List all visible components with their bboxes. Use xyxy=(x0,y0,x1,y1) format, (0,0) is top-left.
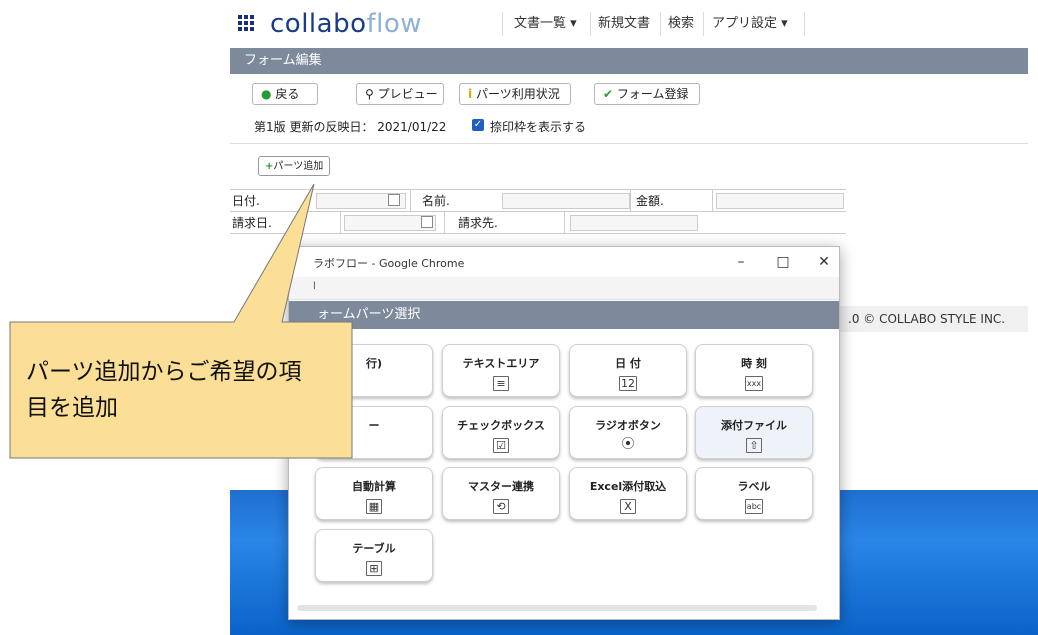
add-parts-button[interactable]: +パーツ追加 xyxy=(258,156,331,176)
cell-divider xyxy=(340,212,341,234)
part-label: ラベル xyxy=(737,480,771,493)
part-button[interactable]: チェックボックス ☑ xyxy=(442,406,560,459)
master-link-icon: ⟲ xyxy=(493,499,509,514)
divider xyxy=(230,143,1028,144)
part-label: 自動計算 xyxy=(352,480,396,493)
part-label: 時 刻 xyxy=(741,357,767,370)
collaboflow-logo[interactable]: collaboflow xyxy=(270,9,422,39)
checkbox-icon: ☑ xyxy=(493,438,509,453)
preview-label: プレビュー xyxy=(377,87,438,101)
parts-selection-header: ォームパーツ選択 xyxy=(289,301,839,329)
popup-url-text: l xyxy=(313,281,316,292)
popup-window-title: ラボフロー - Google Chrome xyxy=(313,257,465,270)
part-button[interactable]: 自動計算 ▦ xyxy=(315,467,433,520)
cell-divider xyxy=(410,190,411,212)
part-button[interactable]: ラベル abc xyxy=(695,467,813,520)
calculator-icon: ▦ xyxy=(366,499,382,514)
form-row: 請求日. 請求先. xyxy=(230,211,846,234)
label-icon: abc xyxy=(744,499,764,514)
attachment-icon: ⇧ xyxy=(746,438,762,453)
nav-separator xyxy=(804,12,805,36)
callout-line-2: 目を追加 xyxy=(26,395,118,421)
part-button[interactable]: 時 刻 xxx xyxy=(695,344,813,397)
part-label: テキストエリア xyxy=(462,357,540,370)
textarea-icon: ≡ xyxy=(493,376,509,391)
form-register-label: フォーム登録 xyxy=(616,87,689,101)
app-grid-icon[interactable] xyxy=(238,15,254,31)
form-register-button[interactable]: ✔ フォーム登録 xyxy=(594,83,700,105)
part-button[interactable]: 添付ファイル ⇧ xyxy=(695,406,813,459)
back-arrow-icon: ● xyxy=(261,87,272,101)
callout-line-1: パーツ追加からご希望の項 xyxy=(26,359,302,385)
part-button[interactable]: テーブル ⊞ xyxy=(315,529,433,582)
excel-icon: X xyxy=(620,499,636,514)
table-icon: ⊞ xyxy=(366,561,382,576)
calendar-icon: 12 xyxy=(619,376,637,391)
popup-titlebar: ラボフロー - Google Chrome – □ ✕ xyxy=(289,247,839,277)
cell-divider xyxy=(444,212,445,234)
calendar-icon[interactable] xyxy=(421,216,433,228)
part-label: ラジオボタン xyxy=(595,419,661,432)
callout-text: パーツ追加からご希望の項 目を追加 xyxy=(26,354,356,426)
maximize-icon[interactable]: □ xyxy=(768,251,798,273)
nav-separator xyxy=(502,12,503,36)
top-navigation-bar: collaboflow 文書一覧 ▾ 新規文書 検索 アプリ設定 ▾ xyxy=(230,0,1028,49)
minimize-icon[interactable]: – xyxy=(726,251,756,273)
info-icon: i xyxy=(468,87,473,101)
nav-separator xyxy=(590,12,591,36)
part-label: テーブル xyxy=(352,542,396,555)
seal-frame-checkbox-label: 捺印枠を表示する xyxy=(490,120,587,134)
cell-divider xyxy=(630,190,631,212)
nav-search[interactable]: 検索 xyxy=(668,0,694,48)
billing-to-field-label: 請求先. xyxy=(458,216,498,230)
nav-app-settings[interactable]: アプリ設定 ▾ xyxy=(712,0,788,48)
part-label: 添付ファイル xyxy=(721,419,787,432)
parts-usage-button[interactable]: i パーツ利用状況 xyxy=(459,83,571,105)
part-label: 日 付 xyxy=(615,357,641,370)
footer-copyright: .0 © COLLABO STYLE INC. xyxy=(840,306,1028,332)
time-icon: xxx xyxy=(744,376,764,391)
nav-separator xyxy=(703,12,704,36)
close-icon[interactable]: ✕ xyxy=(809,251,839,273)
check-icon: ✔ xyxy=(603,87,614,101)
part-label: チェックボックス xyxy=(457,419,545,432)
nav-separator xyxy=(660,12,661,36)
back-label: 戻る xyxy=(275,87,300,101)
back-button[interactable]: ● 戻る xyxy=(252,83,318,105)
amount-field-input[interactable] xyxy=(716,193,844,209)
date-field-label: 日付. xyxy=(232,194,260,208)
name-field-input[interactable] xyxy=(502,193,630,209)
logo-text-flow: flow xyxy=(366,9,423,39)
version-info: 第1版 更新の反映日： 2021/01/22 xyxy=(254,120,447,134)
search-icon: ⚲ xyxy=(365,87,374,101)
part-button[interactable]: ラジオボタン ⦿ xyxy=(569,406,687,459)
name-field-label: 名前. xyxy=(422,194,450,208)
cell-divider xyxy=(712,190,713,212)
part-label: Excel添付取込 xyxy=(589,480,667,493)
nav-document-list[interactable]: 文書一覧 ▾ xyxy=(514,0,577,48)
amount-field-label: 金額. xyxy=(636,194,664,208)
preview-button[interactable]: ⚲ プレビュー xyxy=(356,83,444,105)
nav-new-document[interactable]: 新規文書 xyxy=(598,0,650,48)
part-button[interactable]: マスター連携 ⟲ xyxy=(442,467,560,520)
parts-usage-label: パーツ利用状況 xyxy=(475,87,560,101)
logo-text-main: collabo xyxy=(270,9,367,39)
part-button[interactable]: Excel添付取込 X xyxy=(569,467,687,520)
radio-icon: ⦿ xyxy=(621,437,635,452)
cell-divider xyxy=(564,212,565,234)
part-label: マスター連携 xyxy=(468,480,534,493)
horizontal-scrollbar[interactable] xyxy=(297,605,817,611)
add-parts-label: パーツ追加 xyxy=(273,161,324,172)
part-button[interactable]: テキストエリア ≡ xyxy=(442,344,560,397)
popup-address-bar: l xyxy=(289,277,839,300)
part-button[interactable]: 日 付 12 xyxy=(569,344,687,397)
billing-date-field-label: 請求日. xyxy=(232,216,272,230)
page-title: フォーム編集 xyxy=(230,48,1028,74)
form-row: 日付. 名前. 金額. xyxy=(230,189,846,212)
billing-to-field-input[interactable] xyxy=(570,215,698,231)
calendar-icon[interactable] xyxy=(388,194,400,206)
seal-frame-checkbox[interactable]: ✓ xyxy=(472,119,484,131)
form-parts-popup-window: ラボフロー - Google Chrome – □ ✕ l ォームパーツ選択 行… xyxy=(288,246,840,620)
